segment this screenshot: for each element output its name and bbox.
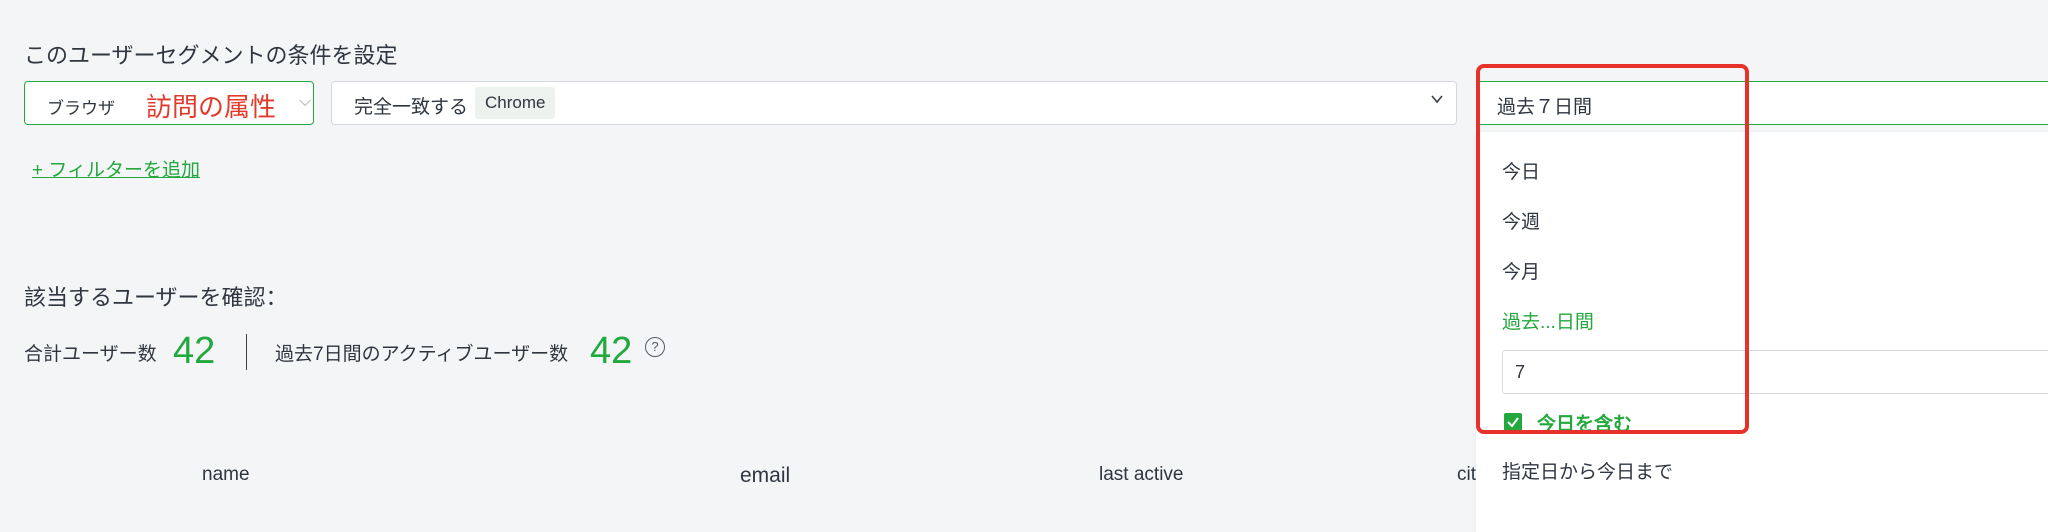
total-users-count: 42 [173,330,216,372]
chevron-down-icon [1431,95,1443,104]
check-icon [1507,417,1519,428]
condition-value-chip[interactable]: Chrome [475,87,556,119]
matching-users-title: 該当するユーザーを確認： [24,285,288,310]
period-option-today[interactable]: 今日 [1502,157,1540,184]
stats-divider [246,334,247,370]
include-today-checkbox[interactable] [1504,413,1522,431]
total-users-label: 合計ユーザー数 [24,344,157,365]
period-select-value: 過去７日間 [1497,97,1593,118]
column-header-city[interactable]: cit [1457,464,1476,486]
chevron-down-icon: ⌵ [299,93,312,110]
days-count-input[interactable]: 7 [1502,350,2048,394]
period-option-this-month[interactable]: 今月 [1502,257,1540,284]
attribute-select[interactable]: ブラウザ 訪問の属性 ⌵ [24,81,314,125]
segment-conditions-title: このユーザーセグメントの条件を設定 [24,43,398,68]
period-option-custom-range[interactable]: 指定日から今日まで [1502,457,1673,484]
period-select[interactable]: 過去７日間 [1477,81,2048,125]
active-users-count: 42 [590,330,633,372]
include-today-label[interactable]: 今日を含む [1537,409,1632,436]
attribute-select-value: ブラウザ [47,99,115,118]
period-option-last-n-days[interactable]: 過去...日間 [1502,307,1594,334]
condition-operator: 完全一致する [354,97,469,118]
column-header-email[interactable]: email [740,464,790,488]
period-option-this-week[interactable]: 今週 [1502,207,1540,234]
attribute-annotation-label: 訪問の属性 [146,92,277,122]
question-circle-icon[interactable]: ? [645,337,665,357]
column-header-name[interactable]: name [202,464,250,486]
column-header-last-active[interactable]: last active [1099,464,1183,486]
condition-select[interactable]: 完全一致する Chrome [331,81,1457,125]
active-users-label: 過去7日間のアクティブユーザー数 [275,344,569,365]
add-filter-link[interactable]: + フィルターを追加 [32,155,200,182]
period-dropdown-menu: 今日 今週 今月 過去...日間 7 今日を含む 指定日から今日まで [1476,132,2048,532]
